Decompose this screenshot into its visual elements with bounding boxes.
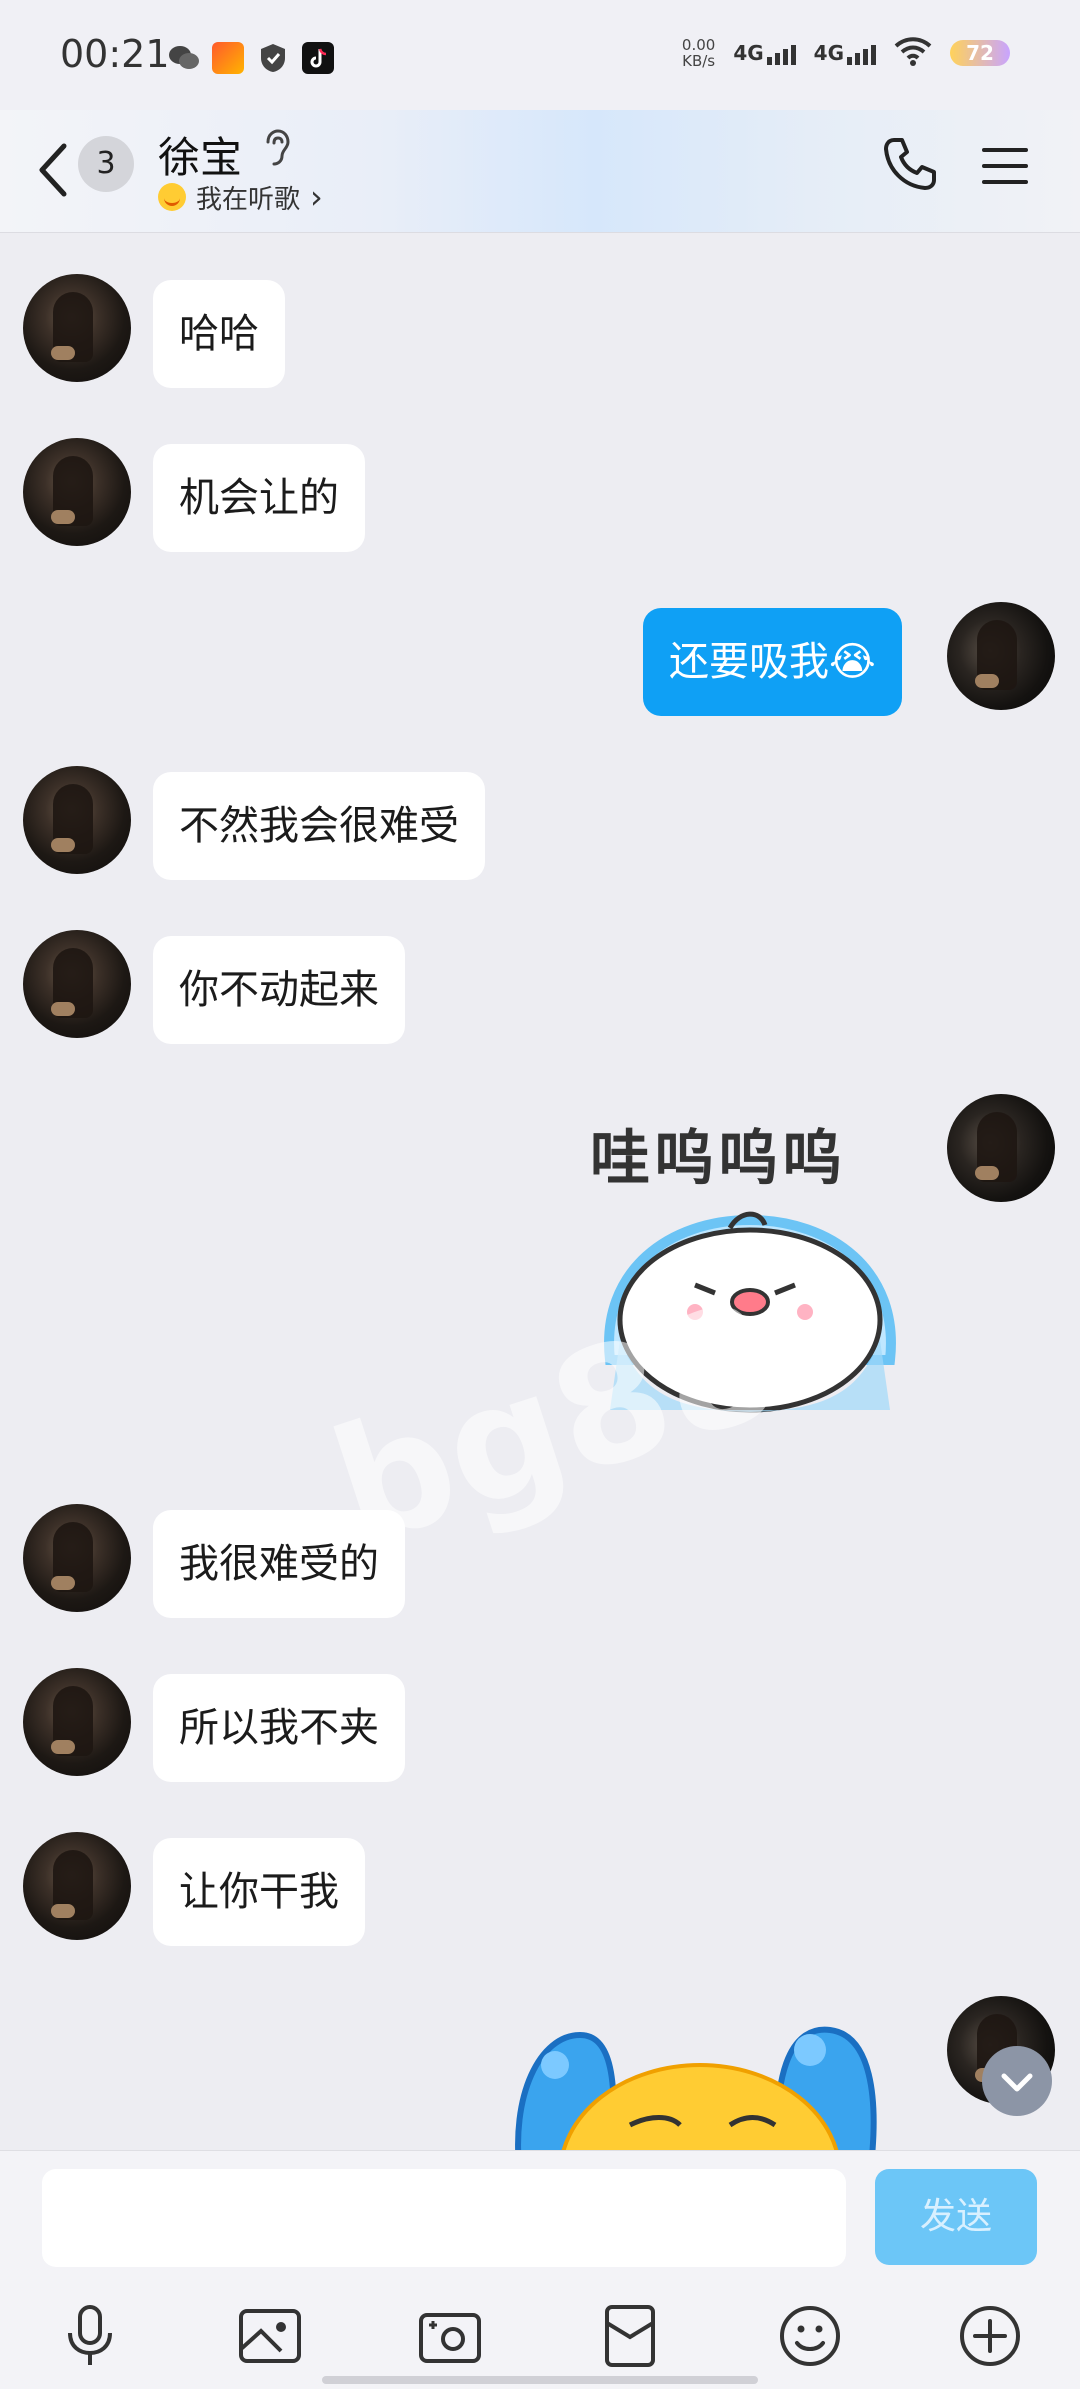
ear-icon[interactable] xyxy=(262,128,292,172)
contact-avatar[interactable] xyxy=(23,1832,131,1940)
net-speed-unit: KB/s xyxy=(682,52,716,70)
message-bubble[interactable]: 不然我会很难受 xyxy=(153,772,485,880)
sticker-caption: 哇呜呜呜 xyxy=(590,1124,846,1194)
phone-icon xyxy=(884,138,936,190)
my-avatar[interactable] xyxy=(947,1094,1055,1202)
back-button[interactable] xyxy=(30,138,80,202)
phone-call-button[interactable] xyxy=(880,134,940,198)
sim1-signal: 4G xyxy=(733,41,796,65)
hamburger-menu-icon xyxy=(982,148,1028,184)
my-message-bubble[interactable]: 还要吸我😭 xyxy=(643,608,902,716)
contact-avatar[interactable] xyxy=(23,274,131,382)
message-bubble[interactable]: 你不动起来 xyxy=(153,936,405,1044)
tiktok-icon xyxy=(302,42,334,74)
chevron-down-icon xyxy=(1001,2073,1033,2092)
contact-avatar[interactable] xyxy=(23,766,131,874)
contact-status[interactable]: 我在听歌 › xyxy=(158,178,323,216)
contact-avatar[interactable] xyxy=(23,1668,131,1776)
message-bubble[interactable]: 哈哈 xyxy=(153,280,285,388)
send-button[interactable]: 发送 xyxy=(875,2169,1037,2265)
signal-bars-icon xyxy=(847,45,876,65)
chat-header: 3 徐宝 我在听歌 › xyxy=(0,110,1080,233)
status-time: 00:21 xyxy=(60,32,170,76)
chevron-left-icon xyxy=(39,143,67,197)
input-toolbar xyxy=(0,2291,1080,2381)
contact-avatar[interactable] xyxy=(23,1504,131,1612)
voice-button[interactable] xyxy=(55,2301,125,2371)
camera-button[interactable] xyxy=(415,2301,485,2371)
message-bubble[interactable]: 我很难受的 xyxy=(153,1510,405,1618)
input-area: 发送 xyxy=(0,2150,1080,2389)
plus-icon xyxy=(960,2306,1020,2366)
menu-button[interactable] xyxy=(980,144,1030,192)
net-speed-value: 0.00 xyxy=(681,36,716,54)
status-bar: 00:21 0.00 KB/s 4G 4G 72 xyxy=(0,0,1080,110)
shield-icon xyxy=(258,42,288,78)
contact-avatar[interactable] xyxy=(23,930,131,1038)
microphone-icon xyxy=(68,2305,112,2365)
status-text: 我在听歌 xyxy=(196,184,301,215)
battery-indicator: 72 xyxy=(950,40,1010,66)
contact-avatar[interactable] xyxy=(23,438,131,546)
wifi-icon xyxy=(894,36,932,70)
sim2-label: 4G xyxy=(813,41,844,65)
contact-name[interactable]: 徐宝 xyxy=(158,124,242,185)
message-bubble[interactable]: 让你干我 xyxy=(153,1838,365,1946)
message-bubble[interactable]: 机会让的 xyxy=(153,444,365,552)
sim2-signal: 4G xyxy=(814,41,876,65)
shopping-app-icon xyxy=(212,42,244,74)
message-bubble[interactable]: 所以我不夹 xyxy=(153,1674,405,1782)
message-input[interactable] xyxy=(42,2169,846,2267)
status-right-group: 0.00 KB/s 4G 4G 72 xyxy=(682,36,1010,70)
red-packet-button[interactable] xyxy=(595,2301,665,2371)
image-button[interactable] xyxy=(235,2301,305,2371)
red-packet-icon xyxy=(605,2305,655,2367)
unread-count-badge[interactable]: 3 xyxy=(78,136,134,192)
image-icon xyxy=(239,2309,301,2363)
sim1-label: 4G xyxy=(733,41,764,65)
scroll-to-bottom-button[interactable] xyxy=(982,2046,1052,2116)
bunny-emoji-icon xyxy=(515,2026,877,2150)
emoji-button[interactable] xyxy=(775,2301,845,2371)
more-button[interactable] xyxy=(955,2301,1025,2371)
chevron-right-icon: › xyxy=(310,178,323,216)
emoji-icon xyxy=(780,2306,840,2366)
my-avatar[interactable] xyxy=(947,602,1055,710)
wechat-icon xyxy=(168,44,200,76)
home-indicator[interactable] xyxy=(322,2376,758,2384)
camera-icon xyxy=(419,2313,481,2363)
bunny-sticker[interactable] xyxy=(500,2015,900,2150)
smiley-icon xyxy=(158,183,186,211)
network-speed: 0.00 KB/s xyxy=(682,37,715,69)
signal-bars-icon xyxy=(766,45,796,65)
